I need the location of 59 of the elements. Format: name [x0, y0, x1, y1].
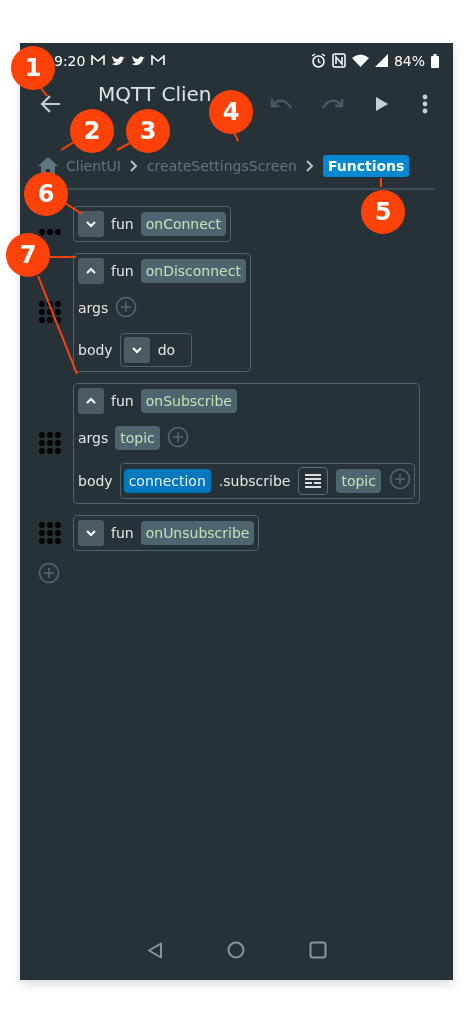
method-label: .subscribe — [218, 472, 291, 489]
variable-chip[interactable]: connection — [123, 468, 211, 493]
name-chip[interactable]: onSubscribe — [140, 388, 237, 413]
breadcrumb-item[interactable]: ClientUI — [66, 158, 121, 174]
battery-percent: 84% — [393, 52, 425, 69]
callout-marker: 1 — [11, 46, 55, 90]
wifi-icon — [351, 54, 369, 67]
collapse-button[interactable] — [78, 257, 104, 284]
args-label: args — [78, 430, 109, 446]
nfc-icon — [331, 53, 346, 68]
expand-button[interactable] — [123, 336, 150, 363]
mail-icon — [151, 55, 166, 66]
signal-icon — [374, 54, 388, 67]
breadcrumb-item[interactable]: Functions — [322, 155, 410, 177]
arrow-left-icon — [39, 94, 61, 114]
leader-line — [60, 141, 75, 151]
drag-handle-icon[interactable] — [38, 227, 62, 236]
arg-chip[interactable]: topic — [115, 426, 160, 450]
name-chip[interactable]: onUnsubscribe — [140, 520, 255, 545]
alarm-icon — [310, 53, 326, 68]
bird-icon — [131, 54, 146, 67]
body-label: body — [78, 341, 113, 358]
keyword-label: fun — [111, 215, 134, 232]
args-label: args — [78, 300, 109, 316]
play-icon — [375, 96, 389, 112]
back-nav-icon[interactable] — [146, 941, 163, 959]
leader-line — [116, 142, 131, 151]
chevron-icon — [128, 160, 139, 172]
back-button[interactable] — [38, 93, 62, 115]
clock-time: 9:20 — [54, 52, 86, 69]
drag-handle-icon[interactable] — [38, 431, 62, 455]
arg-chip[interactable]: topic — [336, 468, 381, 493]
expand-button[interactable] — [78, 519, 104, 546]
leader-line — [48, 256, 77, 258]
menu-icon — [422, 94, 428, 114]
undo-icon — [270, 97, 294, 111]
name-chip[interactable]: onDisconnect — [140, 258, 246, 283]
chevron-icon — [304, 160, 315, 172]
do-label: do — [157, 341, 176, 358]
redo-icon — [320, 97, 344, 111]
body-label: body — [78, 472, 113, 489]
home-nav-icon[interactable] — [226, 941, 245, 959]
battery-icon — [431, 53, 439, 68]
list-icon[interactable] — [298, 466, 329, 495]
name-chip[interactable]: onConnect — [140, 211, 226, 236]
mail-icon — [91, 55, 106, 66]
keyword-label: fun — [111, 392, 134, 409]
callout-marker: 7 — [6, 233, 50, 277]
bird-icon — [111, 54, 126, 67]
recents-nav-icon[interactable] — [308, 941, 327, 959]
keyword-label: fun — [111, 524, 134, 541]
collapse-button[interactable] — [78, 387, 104, 414]
leader-line — [380, 177, 382, 188]
breadcrumb-item[interactable]: createSettingsScreen — [146, 158, 297, 174]
expand-button[interactable] — [78, 210, 104, 237]
drag-handle-icon[interactable] — [38, 520, 62, 545]
drag-handle-icon[interactable] — [38, 300, 62, 324]
leader-line — [64, 202, 83, 215]
keyword-label: fun — [111, 262, 134, 279]
